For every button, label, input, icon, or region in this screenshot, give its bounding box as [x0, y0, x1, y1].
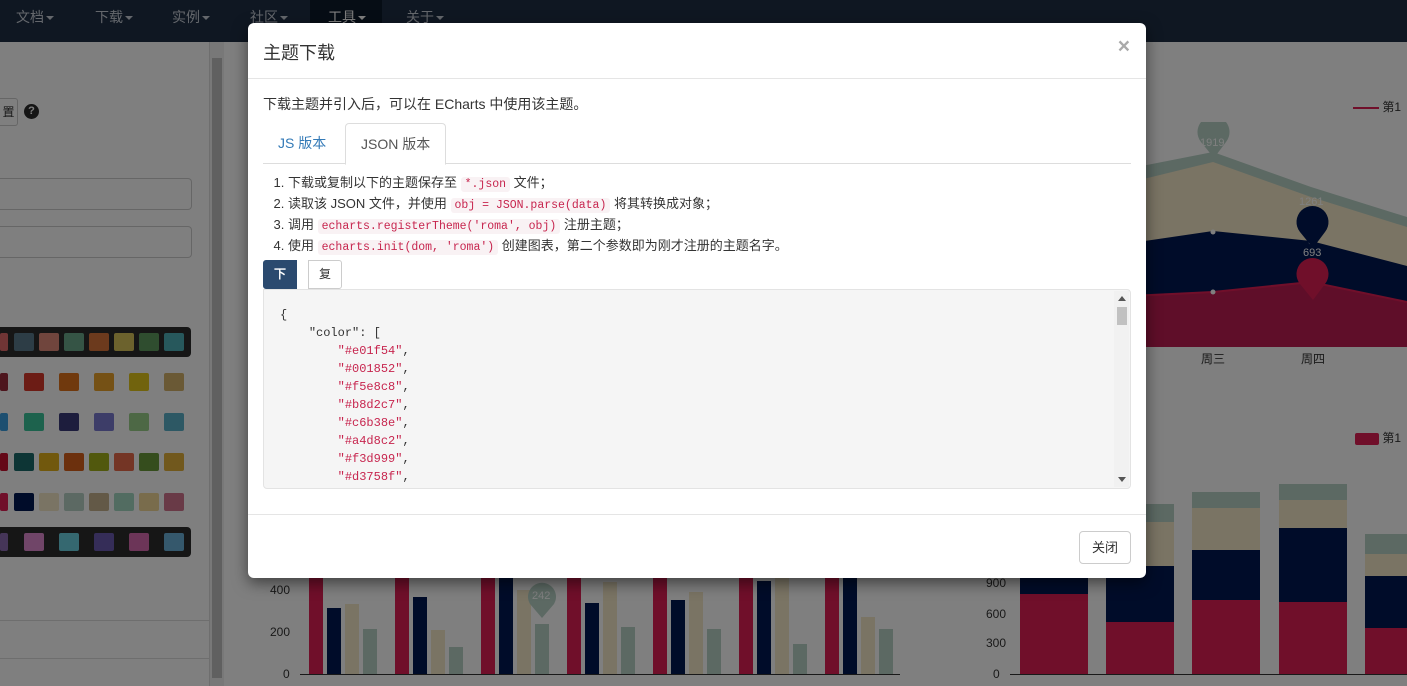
color-value: #a4d8c2 [344, 434, 396, 448]
tab-js-version[interactable]: JS 版本 [263, 123, 341, 164]
instruction-list: 下载或复制以下的主题保存至 *.json 文件； 读取该 JSON 文件，并使用… [288, 173, 788, 257]
inline-code: *.json [460, 177, 511, 192]
inline-code: obj = JSON.parse(data) [450, 198, 611, 213]
color-value: #c6b38e [344, 416, 396, 430]
inline-code: echarts.registerTheme('roma', obj) [317, 219, 561, 234]
code-line: "color": [ [308, 326, 381, 340]
step-text: 文件； [510, 175, 553, 190]
color-string: "#f5e8c8" [337, 380, 403, 394]
color-string: "#c6b38e" [337, 416, 403, 430]
close-button[interactable]: 关闭 [1078, 531, 1131, 564]
step-text: 注册主题； [560, 217, 629, 232]
scroll-down-icon[interactable] [1118, 477, 1126, 482]
close-icon[interactable]: × [1118, 35, 1130, 59]
modal-title: 主题下载 [263, 43, 335, 63]
modal-footer: 关闭 [248, 514, 1146, 578]
step-text: 下载或复制以下的主题保存至 [288, 175, 461, 190]
download-button[interactable]: 下载 [263, 260, 298, 308]
color-value: #f3d999 [344, 452, 396, 466]
modal-description: 下载主题并引入后，可以在 ECharts 中使用该主题。 [263, 96, 588, 112]
step-text: 读取该 JSON 文件，并使用 [288, 196, 451, 211]
color-value: #e01f54 [344, 344, 396, 358]
color-value: #001852 [344, 362, 396, 376]
code-line: { [280, 308, 288, 322]
color-value: #f5e8c8 [344, 380, 396, 394]
color-value: #b8d2c7 [344, 398, 396, 412]
scroll-up-icon[interactable] [1118, 296, 1126, 301]
color-string: "#e01f54" [337, 344, 403, 358]
scrollbar-thumb[interactable] [1117, 307, 1127, 325]
inline-code: echarts.init(dom, 'roma') [317, 240, 499, 255]
step-text: 将其转换成对象； [610, 196, 718, 211]
version-tabs: JS 版本 JSON 版本 [263, 123, 1131, 165]
theme-download-modal: 主题下载 × 下载主题并引入后，可以在 ECharts 中使用该主题。 JS 版… [248, 23, 1146, 578]
instruction-step: 下载或复制以下的主题保存至 *.json 文件； [288, 173, 788, 194]
color-string: "#b8d2c7" [337, 398, 403, 412]
theme-json-code-block[interactable]: { "color": [ "#e01f54", "#001852", "#f5e… [263, 289, 1131, 489]
step-text: 创建图表，第二个参数即为刚才注册的主题名字。 [498, 238, 788, 253]
instruction-step: 读取该 JSON 文件，并使用 obj = JSON.parse(data) 将… [288, 194, 788, 215]
tab-json-version[interactable]: JSON 版本 [345, 123, 447, 165]
modal-header: 主题下载 × [248, 23, 1146, 79]
color-value: #d3758f [344, 470, 396, 484]
instruction-step: 调用 echarts.registerTheme('roma', obj) 注册… [288, 215, 788, 236]
color-string: "#f3d999" [337, 452, 403, 466]
code-content: { "color": [ "#e01f54", "#001852", "#f5e… [280, 308, 410, 484]
code-scrollbar[interactable] [1114, 291, 1129, 487]
color-string: "#001852" [337, 362, 403, 376]
step-text: 使用 [288, 238, 318, 253]
instruction-step: 使用 echarts.init(dom, 'roma') 创建图表，第二个参数即… [288, 236, 788, 257]
step-text: 调用 [288, 217, 318, 232]
color-string: "#a4d8c2" [337, 434, 403, 448]
copy-button[interactable]: 复制 [308, 260, 343, 308]
color-string: "#d3758f" [337, 470, 403, 484]
